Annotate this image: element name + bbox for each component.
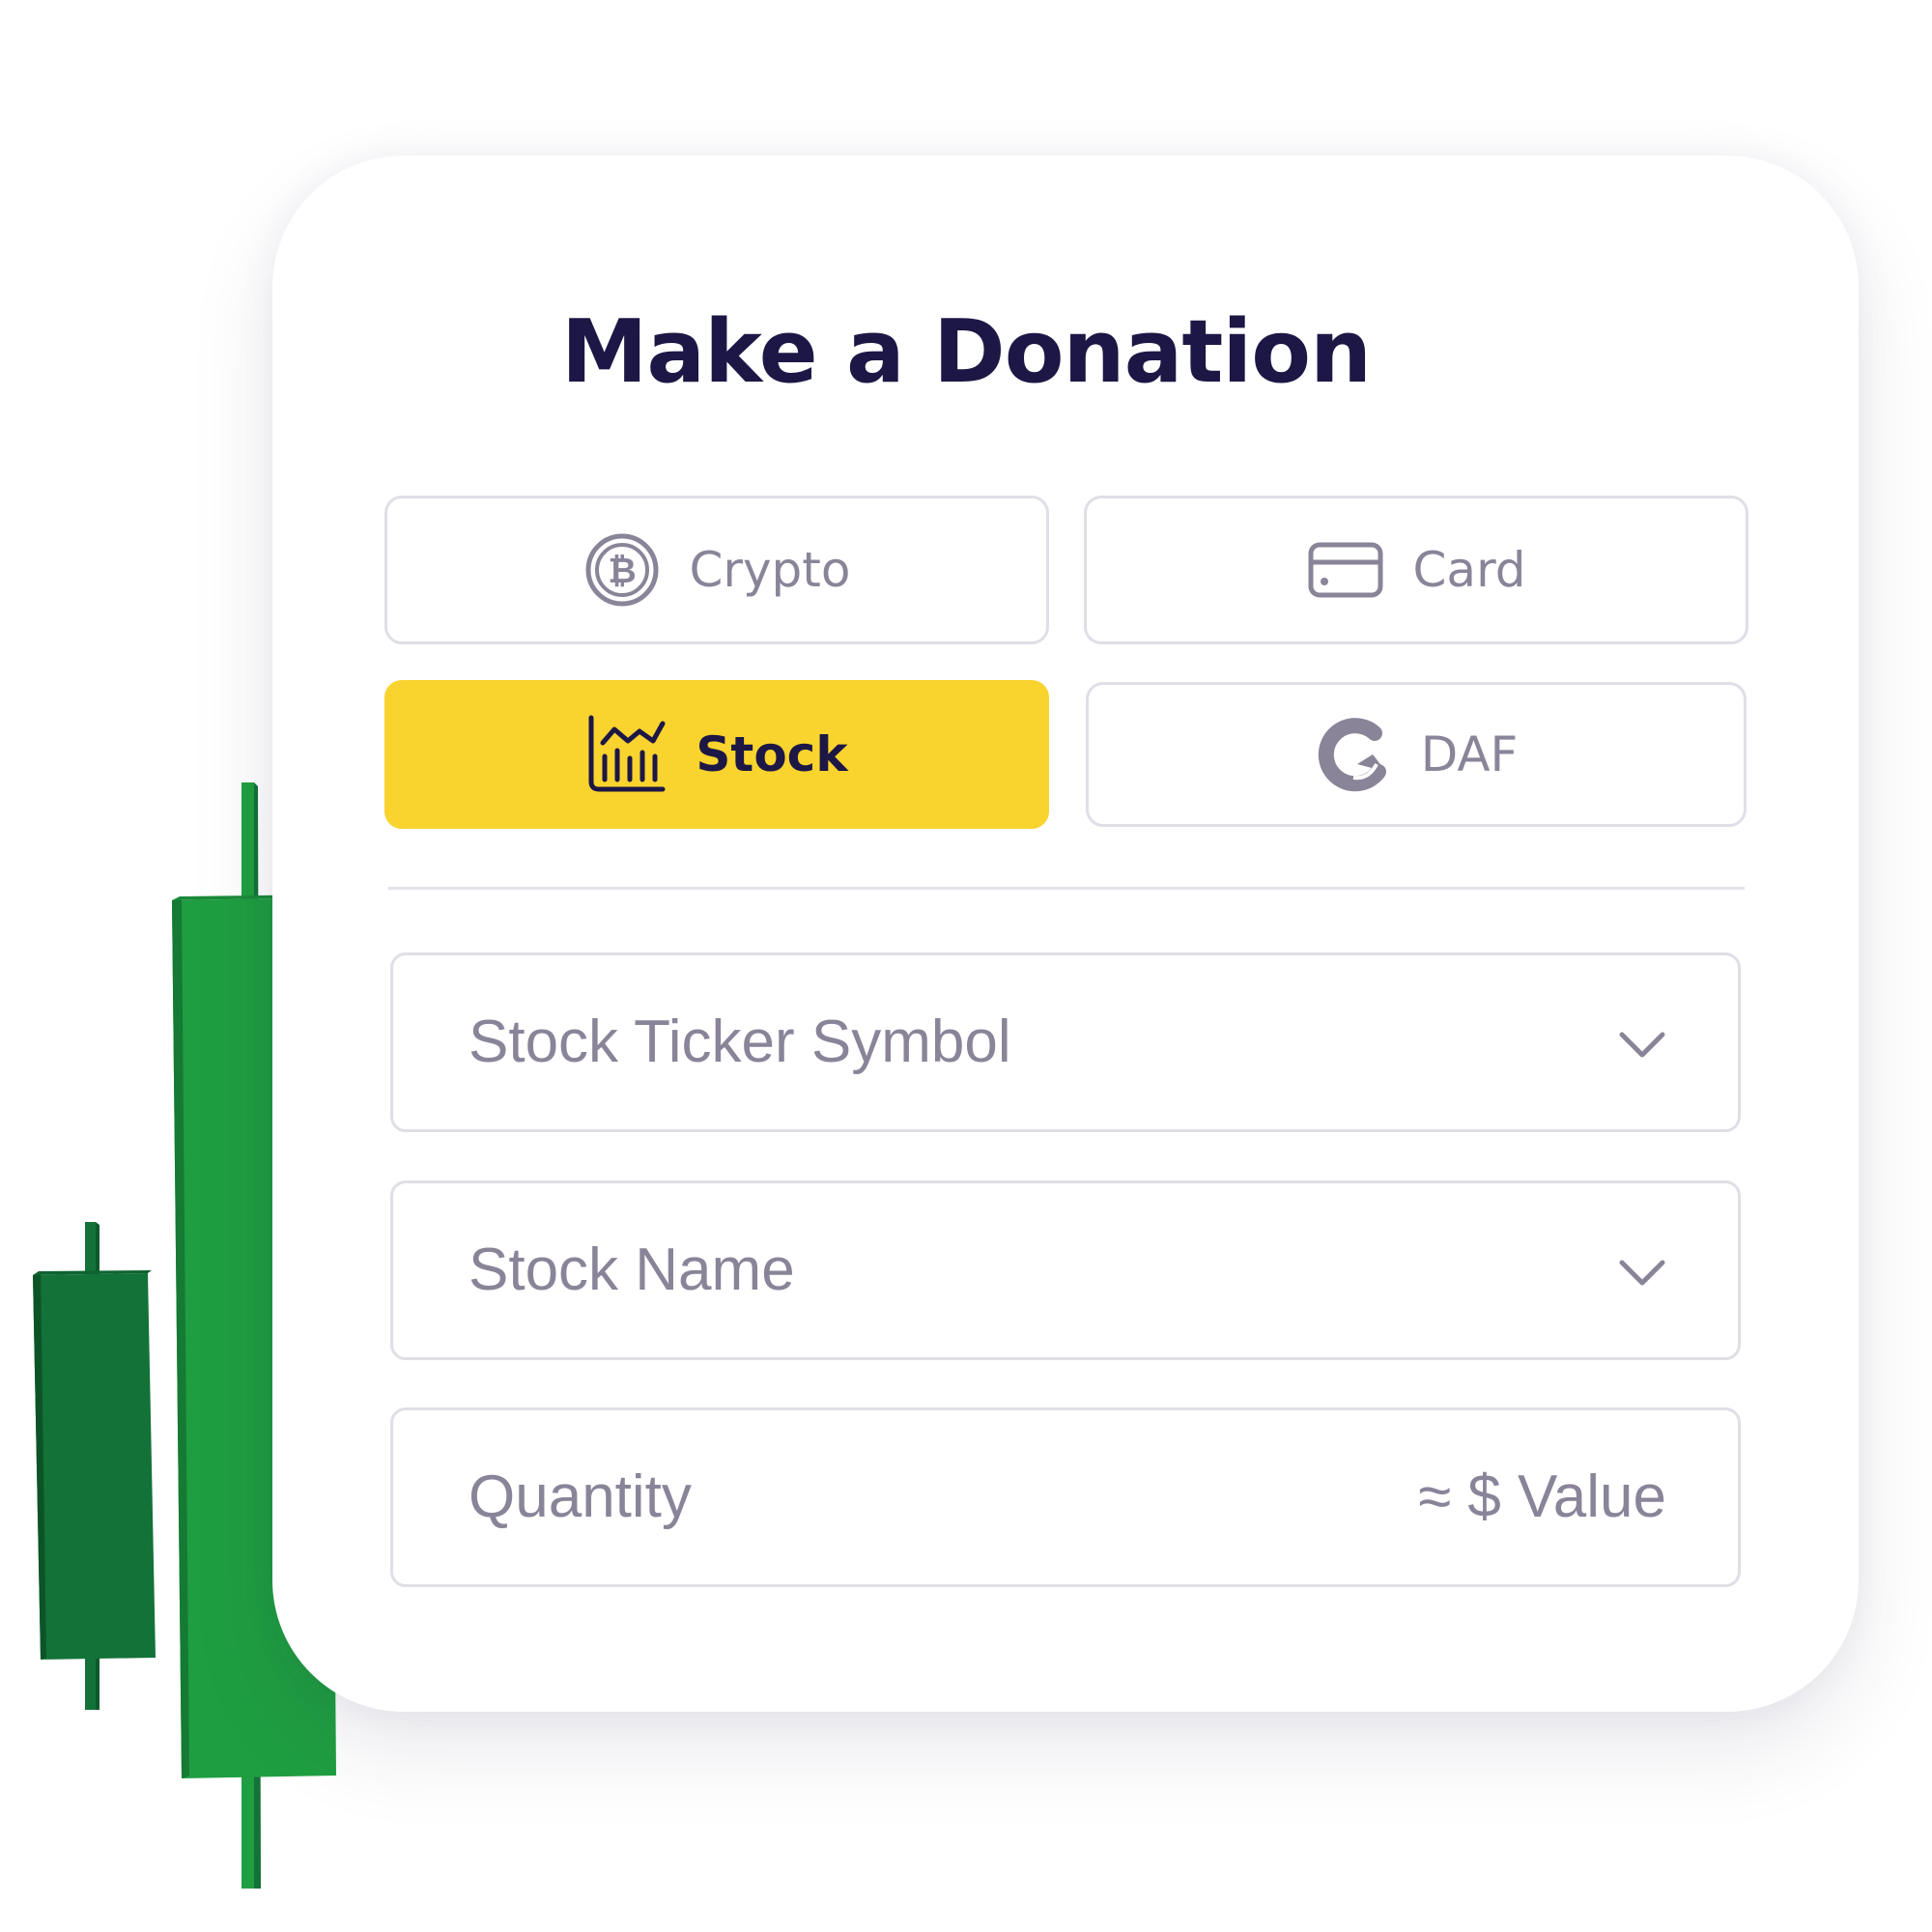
method-card-button[interactable]: Card [1084, 496, 1748, 644]
method-stock-label: Stock [696, 726, 848, 782]
daf-logo-icon [1315, 716, 1392, 793]
stock-name-placeholder: Stock Name [469, 1236, 795, 1303]
method-stock-button[interactable]: Stock [384, 680, 1049, 829]
method-daf-button[interactable]: DAF [1086, 682, 1747, 827]
method-crypto-button[interactable]: ₿ Crypto [384, 496, 1049, 644]
stock-name-select[interactable]: Stock Name [390, 1180, 1741, 1360]
dollar-value-placeholder: ≈ $ Value [1418, 1463, 1666, 1530]
stock-chart-icon [585, 714, 667, 795]
page-title: Make a Donation [560, 301, 1372, 403]
method-daf-label: DAF [1420, 726, 1519, 782]
stock-ticker-select[interactable]: Stock Ticker Symbol [390, 952, 1741, 1132]
credit-card-icon [1307, 539, 1384, 601]
chevron-down-icon [1619, 1260, 1665, 1286]
quantity-placeholder: Quantity [469, 1463, 692, 1530]
quantity-input[interactable]: Quantity ≈ $ Value [390, 1407, 1741, 1587]
svg-text:₿: ₿ [608, 552, 636, 591]
section-divider [388, 887, 1745, 890]
bitcoin-icon: ₿ [583, 531, 661, 609]
stock-ticker-placeholder: Stock Ticker Symbol [469, 1009, 1011, 1075]
chevron-down-icon [1619, 1032, 1665, 1058]
small-candlestick [33, 1222, 156, 1710]
method-crypto-label: Crypto [689, 542, 851, 598]
method-card-label: Card [1412, 542, 1526, 598]
